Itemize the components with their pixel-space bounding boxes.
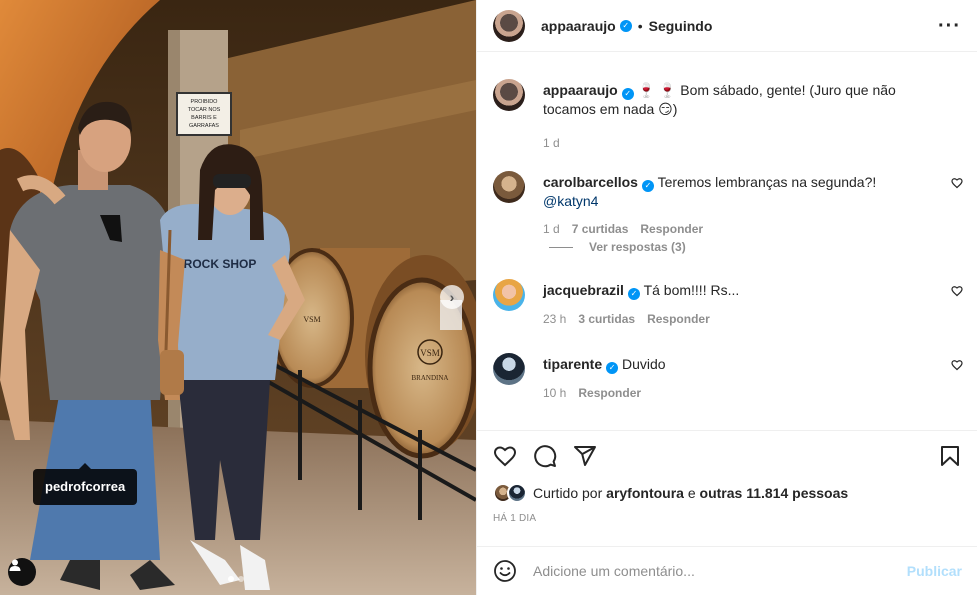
user-icon[interactable] xyxy=(8,558,36,586)
liked-by-row: Curtido por aryfontoura e outras 11.814 … xyxy=(493,483,962,503)
comment-item: jacquebrazil ✓ Tá bom!!!! Rs... 23 h 3 cu… xyxy=(493,279,963,328)
header-separator: • xyxy=(637,17,643,34)
comment-text: Duvido xyxy=(622,356,666,372)
comment-text: Teremos lembranças na segunda?! xyxy=(657,174,877,190)
avatar[interactable] xyxy=(493,9,525,42)
comment-time[interactable]: 23 h xyxy=(543,310,566,328)
photo-illustration: PROIBIDO TOCAR NOS BARRIS E GARRAFAS VSM… xyxy=(0,0,476,595)
post-actions: Curtido por aryfontoura e outras 11.814 … xyxy=(477,430,977,524)
more-horizontal-icon[interactable]: ··· xyxy=(938,16,961,36)
following-button[interactable]: Seguindo xyxy=(649,18,713,34)
verified-badge-icon: ✓ xyxy=(627,288,640,300)
liked-by-others[interactable]: outras 11.814 pessoas xyxy=(700,485,849,501)
avatar[interactable] xyxy=(493,171,525,203)
svg-text:ROCK SHOP: ROCK SHOP xyxy=(184,257,257,271)
publish-button[interactable]: Publicar xyxy=(907,563,962,579)
share-send-icon[interactable] xyxy=(573,444,597,468)
avatar[interactable] xyxy=(493,353,525,385)
comment-likes[interactable]: 3 curtidas xyxy=(578,310,635,328)
carousel-indicator xyxy=(228,576,244,582)
caption-username[interactable]: appaaraujo xyxy=(543,82,618,98)
like-comment-heart-icon[interactable] xyxy=(951,177,963,189)
bookmark-icon[interactable] xyxy=(938,444,962,468)
svg-text:GARRAFAS: GARRAFAS xyxy=(189,123,219,129)
comment-text: Tá bom!!!! Rs... xyxy=(643,282,740,298)
reply-button[interactable]: Responder xyxy=(640,220,703,238)
view-replies-button[interactable]: Ver respostas (3) xyxy=(549,240,686,254)
avatar[interactable] xyxy=(493,79,525,111)
post-header: appaaraujo ✓ • Seguindo ··· xyxy=(477,0,977,52)
caption: appaaraujo ✓ 🍷 🍷 Bom sábado, gente! (Juro… xyxy=(493,79,963,152)
post-side-panel: appaaraujo ✓ • Seguindo ··· appaaraujo ✓ … xyxy=(476,0,977,595)
liked-by-joiner: e xyxy=(687,485,696,501)
comment-username[interactable]: jacquebrazil xyxy=(543,282,624,298)
svg-text:VSM: VSM xyxy=(303,315,320,324)
tagged-user-label[interactable]: pedrofcorrea xyxy=(33,463,138,505)
verified-badge-icon: ✓ xyxy=(619,19,632,32)
comment-time[interactable]: 10 h xyxy=(543,384,566,402)
reply-button[interactable]: Responder xyxy=(647,310,710,328)
emoji-icon[interactable] xyxy=(493,559,517,583)
comment-mention[interactable]: @katyn4 xyxy=(543,193,598,209)
comment-item: carolbarcellos ✓ Teremos lembranças na se… xyxy=(493,171,963,238)
reply-button[interactable]: Responder xyxy=(578,384,641,402)
svg-text:BRANDINA: BRANDINA xyxy=(412,374,449,382)
caption-time[interactable]: 1 d xyxy=(543,134,560,152)
verified-badge-icon: ✓ xyxy=(641,180,654,192)
like-heart-icon[interactable] xyxy=(493,444,517,468)
action-icons xyxy=(493,431,962,481)
avatar[interactable] xyxy=(493,279,525,311)
post-time[interactable]: HÁ 1 DIA xyxy=(493,513,962,524)
add-comment-bar: Publicar xyxy=(477,546,977,595)
comment-likes[interactable]: 7 curtidas xyxy=(572,220,629,238)
liker-avatar xyxy=(507,483,527,503)
liked-by-user[interactable]: aryfontoura xyxy=(606,485,684,501)
verified-badge-icon: ✓ xyxy=(621,88,634,100)
post-photo[interactable]: PROIBIDO TOCAR NOS BARRIS E GARRAFAS VSM… xyxy=(0,0,476,595)
chevron-right-icon[interactable]: › xyxy=(440,285,464,309)
comments-list: appaaraujo ✓ 🍷 🍷 Bom sábado, gente! (Juro… xyxy=(477,53,977,430)
comment-bubble-icon[interactable] xyxy=(533,444,557,468)
comment-username[interactable]: carolbarcellos xyxy=(543,174,638,190)
svg-text:BARRIS E: BARRIS E xyxy=(191,115,217,121)
svg-text:TOCAR NOS: TOCAR NOS xyxy=(188,107,221,113)
comment-username[interactable]: tiparente xyxy=(543,356,602,372)
carousel-dot xyxy=(238,576,244,582)
header-username[interactable]: appaaraujo xyxy=(541,18,616,34)
svg-text:PROIBIDO: PROIBIDO xyxy=(191,99,219,105)
like-comment-heart-icon[interactable] xyxy=(951,359,963,371)
liked-by-prefix: Curtido por xyxy=(533,485,603,501)
comment-item: tiparente ✓ Duvido 10 h Responder xyxy=(493,353,963,402)
svg-text:VSM: VSM xyxy=(420,348,440,358)
carousel-dot-active xyxy=(228,576,234,582)
verified-badge-icon: ✓ xyxy=(606,362,619,374)
like-comment-heart-icon[interactable] xyxy=(951,285,963,297)
comment-input[interactable] xyxy=(533,563,907,579)
comment-time[interactable]: 1 d xyxy=(543,220,560,238)
